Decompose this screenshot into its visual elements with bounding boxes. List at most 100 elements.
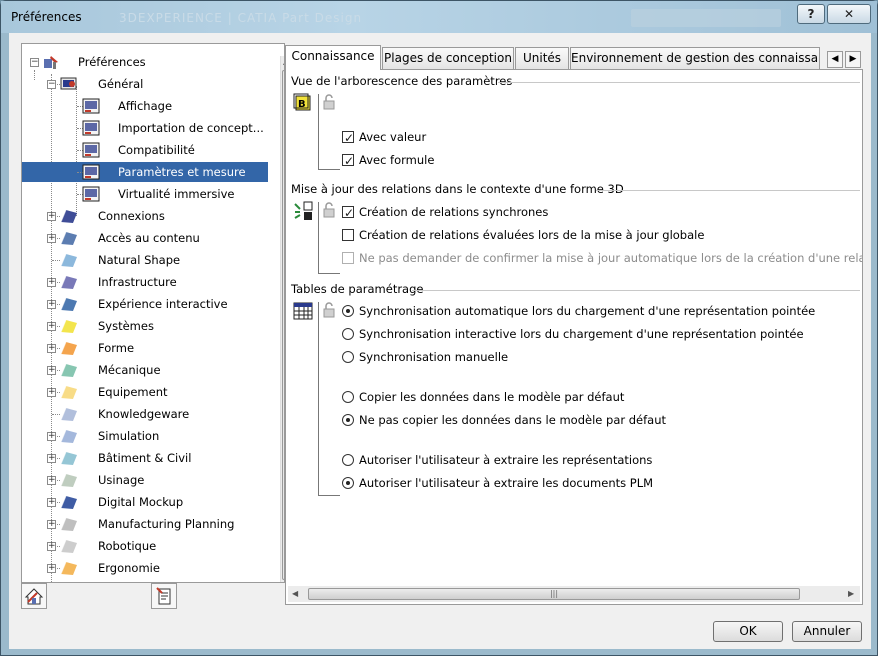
infrastructure-icon — [60, 275, 77, 289]
tree-item-category[interactable]: + Bâtiment & Civil — [22, 448, 268, 468]
expand-toggle[interactable]: + — [47, 300, 56, 309]
tree-item-category[interactable]: Knowledgeware — [22, 404, 268, 424]
expand-toggle[interactable]: + — [47, 454, 56, 463]
tree-item-category[interactable]: + Forme — [22, 338, 268, 358]
tree-item-label: Expérience interactive — [98, 297, 228, 311]
tab-scroll-right-icon[interactable]: ▶ — [845, 51, 861, 68]
expand-toggle[interactable]: + — [47, 278, 56, 287]
tree-item-category[interactable]: + Manufacturing Planning — [22, 514, 268, 534]
tree-item-label: Affichage — [118, 99, 173, 113]
radio-button[interactable] — [342, 305, 354, 317]
checkbox[interactable] — [342, 204, 354, 222]
collapse-toggle[interactable]: − — [30, 58, 39, 67]
expand-toggle[interactable]: + — [47, 542, 56, 551]
tree-item-category[interactable]: + Connexions — [22, 206, 268, 226]
tree-item-general-child[interactable]: Importation de concept... — [22, 118, 268, 138]
radio-button[interactable] — [342, 477, 354, 489]
tab-environnement-gestion-connaissances[interactable]: Environnement de gestion des connaissanc… — [570, 47, 820, 69]
expand-toggle[interactable]: + — [47, 344, 56, 353]
radio-button[interactable] — [342, 454, 354, 466]
option-label: Création de relations synchrones — [359, 205, 549, 219]
tab-plages-de-conception[interactable]: Plages de conception — [382, 47, 514, 69]
knowledgeware-icon — [60, 407, 77, 421]
equipment-icon — [60, 385, 77, 399]
content-scrollbar-thumb[interactable]: ||| — [308, 588, 800, 600]
tree-item-label: Usinage — [98, 473, 145, 487]
ok-button[interactable]: OK — [713, 621, 783, 642]
cancel-button[interactable]: Annuler — [792, 621, 862, 642]
expand-toggle[interactable]: + — [47, 388, 56, 397]
import-concept-icon — [82, 120, 100, 136]
expand-toggle[interactable]: + — [47, 520, 56, 529]
checkbox[interactable] — [342, 229, 354, 241]
tree-item-general[interactable]: − Général — [22, 74, 272, 94]
expand-toggle[interactable]: + — [47, 476, 56, 485]
help-button[interactable]: ? — [797, 4, 825, 24]
tab-unites[interactable]: Unités — [515, 47, 569, 69]
ergonomics-icon — [60, 561, 77, 575]
tree-item-category[interactable]: +Automatisation — [22, 580, 268, 582]
expand-toggle[interactable]: + — [47, 234, 56, 243]
reset-preferences-button[interactable] — [21, 583, 47, 609]
tree-item-category[interactable]: + Usinage — [22, 470, 268, 490]
tree-item-label: Compatibilité — [118, 143, 195, 157]
checkbox — [342, 252, 354, 264]
section-title-relations: Mise à jour des relations dans le contex… — [291, 182, 624, 196]
option-label: Avec formule — [359, 153, 435, 167]
parameters-document-icon — [156, 587, 171, 605]
tab-connaissance[interactable]: Connaissance — [285, 45, 381, 70]
collapse-toggle[interactable]: − — [47, 80, 56, 89]
mechanical-icon — [60, 363, 77, 377]
tree-item-category[interactable]: + Mécanique — [22, 360, 268, 380]
close-button[interactable]: ✕ — [827, 4, 871, 24]
tree-item-category[interactable]: + Equipement — [22, 382, 268, 402]
tree-item-label: Infrastructure — [98, 275, 177, 289]
tree-item-category[interactable]: Natural Shape — [22, 250, 268, 270]
tree-item-category[interactable]: + Simulation — [22, 426, 268, 446]
tree-item-general-child[interactable]: Paramètres et mesure — [22, 162, 268, 182]
general-settings-icon — [60, 77, 77, 90]
expand-toggle[interactable]: + — [47, 432, 56, 441]
radio-button[interactable] — [342, 414, 354, 426]
tree-item-general-child[interactable]: Compatibilité — [22, 140, 268, 160]
title-bar[interactable]: Préférences 3DEXPERIENCE | CATIA Part De… — [1, 1, 877, 33]
tree-item-category[interactable]: + Accès au contenu — [22, 228, 268, 248]
radio-button[interactable] — [342, 351, 354, 363]
tree-item-general-child[interactable]: Affichage — [22, 96, 268, 116]
systems-icon — [60, 319, 77, 333]
expand-toggle[interactable]: + — [47, 564, 56, 573]
tab-scroll-left-icon[interactable]: ◀ — [827, 51, 843, 68]
tree-item-label: Préférences — [78, 55, 146, 69]
option-label: Synchronisation manuelle — [359, 350, 509, 364]
checkbox[interactable] — [342, 129, 354, 147]
tree-item-category[interactable]: + Systèmes — [22, 316, 268, 336]
tree-item-category[interactable]: + Expérience interactive — [22, 294, 268, 314]
tree-item-label: Simulation — [98, 429, 160, 443]
section-title-tables: Tables de paramétrage — [291, 282, 424, 296]
option-label: Création de relations évaluées lors de l… — [359, 228, 705, 242]
tab-strip: Connaissance Plages de conception Unités… — [285, 45, 865, 70]
scroll-right-arrow-icon[interactable]: ▶ — [848, 589, 854, 598]
tree-item-general-child[interactable]: Virtualité immersive — [22, 184, 268, 204]
tree-item-label: Robotique — [98, 539, 157, 553]
expand-toggle[interactable]: + — [47, 212, 56, 221]
tree-item-category[interactable]: + Digital Mockup — [22, 492, 268, 512]
radio-button[interactable] — [342, 328, 354, 340]
tree-item-category[interactable]: + Ergonomie — [22, 558, 268, 578]
expand-toggle[interactable]: + — [47, 498, 56, 507]
expand-toggle[interactable]: + — [47, 366, 56, 375]
radio-button[interactable] — [342, 391, 354, 403]
scroll-left-arrow-icon[interactable]: ◀ — [292, 589, 298, 598]
robotics-icon — [60, 539, 77, 553]
tree-item-category[interactable]: + Robotique — [22, 536, 268, 556]
dump-parameters-button[interactable] — [151, 583, 177, 609]
tree-item-label: Connexions — [98, 209, 165, 223]
tree-item-preferences[interactable]: − Préférences — [22, 52, 272, 72]
content-horizontal-scrollbar[interactable]: ◀ ||| ▶ — [288, 586, 860, 602]
expand-toggle[interactable]: + — [47, 322, 56, 331]
close-icon: ✕ — [843, 7, 855, 21]
tree-item-label: Général — [98, 77, 144, 91]
preferences-tree[interactable]: − Préférences − Général Affichage Importa… — [21, 43, 285, 583]
tree-item-category[interactable]: + Infrastructure — [22, 272, 268, 292]
checkbox[interactable] — [342, 152, 354, 170]
